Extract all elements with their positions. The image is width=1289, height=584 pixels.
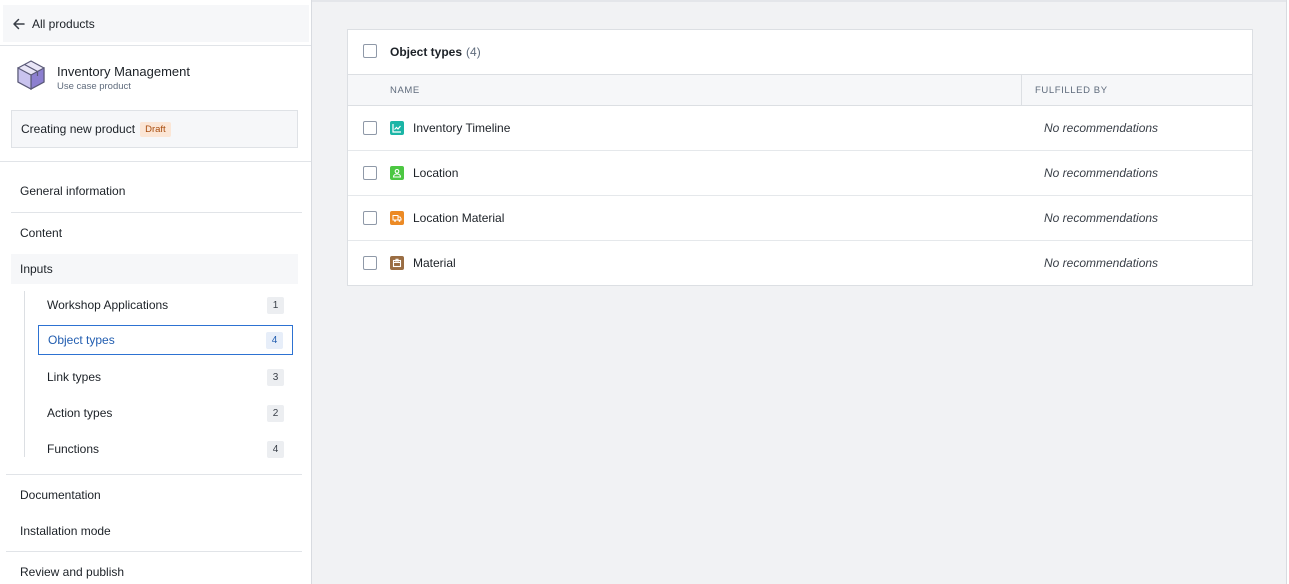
status-text: Creating new product (21, 122, 136, 136)
nav-item-label: Object types (48, 333, 115, 347)
nav-action-types[interactable]: Action types 2 (38, 398, 293, 428)
divider (6, 474, 302, 475)
draft-tag: Draft (140, 121, 171, 137)
cube-icon (17, 60, 45, 91)
table-row[interactable]: Material No recommendations (348, 241, 1252, 286)
panel-title: Object types (4) (390, 45, 481, 59)
column-name[interactable]: NAME (390, 85, 420, 96)
nav-link-types[interactable]: Link types 3 (38, 362, 293, 392)
count-badge: 3 (267, 368, 284, 386)
table-header: NAME FULFILLED BY (348, 74, 1252, 106)
nav-inputs[interactable]: Inputs (11, 254, 298, 284)
product-header: Inventory Management Use case product (15, 59, 190, 92)
object-types-panel: Object types (4) NAME FULFILLED BY Invent… (347, 29, 1253, 286)
row-name: Material (413, 256, 456, 270)
table-row[interactable]: Location Material No recommendations (348, 196, 1252, 241)
row-checkbox[interactable] (363, 121, 377, 135)
back-to-all-products[interactable]: All products (3, 5, 309, 42)
nav-documentation[interactable]: Documentation (20, 488, 101, 502)
count-badge: 2 (267, 404, 284, 422)
row-fulfilled-by: No recommendations (1044, 121, 1159, 135)
truck-icon (390, 211, 404, 225)
row-name: Location Material (413, 211, 505, 225)
nav-item-label: Functions (47, 442, 100, 456)
count-badge: 4 (267, 440, 284, 458)
row-fulfilled-by: No recommendations (1044, 256, 1159, 270)
row-fulfilled-by: No recommendations (1044, 166, 1159, 180)
panel-count: (4) (466, 45, 481, 59)
box-icon (390, 256, 404, 270)
nav-content[interactable]: Content (20, 226, 62, 240)
nav-functions[interactable]: Functions 4 (38, 434, 293, 464)
table-row[interactable]: Location No recommendations (348, 151, 1252, 196)
divider (0, 161, 311, 162)
row-checkbox[interactable] (363, 211, 377, 225)
nav-item-label: Link types (47, 370, 102, 384)
location-person-icon (390, 166, 404, 180)
nav-installation-mode[interactable]: Installation mode (20, 524, 111, 538)
product-subtitle: Use case product (57, 81, 131, 92)
row-fulfilled-by: No recommendations (1044, 211, 1159, 225)
column-fulfilled-by[interactable]: FULFILLED BY (1035, 85, 1108, 96)
nav-object-types[interactable]: Object types 4 (38, 325, 293, 355)
row-name: Inventory Timeline (413, 121, 511, 135)
row-checkbox[interactable] (363, 256, 377, 270)
select-all-checkbox[interactable] (363, 44, 377, 58)
timeline-chart-icon (390, 121, 404, 135)
column-divider[interactable] (1021, 75, 1022, 106)
count-badge: 4 (266, 331, 283, 349)
count-badge: 1 (267, 296, 284, 314)
row-name: Location (413, 166, 459, 180)
tree-guide-line (24, 291, 25, 457)
nav-general-information[interactable]: General information (20, 184, 125, 198)
nav-workshop-applications[interactable]: Workshop Applications 1 (38, 290, 293, 320)
divider (0, 45, 311, 46)
divider (11, 212, 302, 213)
nav-item-label: Workshop Applications (47, 298, 169, 312)
product-status: Creating new product Draft (11, 110, 298, 148)
row-checkbox[interactable] (363, 166, 377, 180)
arrow-left-icon (13, 18, 25, 29)
nav-inputs-label: Inputs (20, 262, 53, 276)
divider (6, 551, 302, 552)
sidebar: All products Inventory Management Use ca… (0, 0, 312, 584)
product-title: Inventory Management (57, 64, 190, 79)
nav-review-and-publish[interactable]: Review and publish (20, 565, 124, 579)
panel-header: Object types (4) (348, 30, 1252, 74)
top-border (312, 0, 1286, 2)
nav-item-label: Action types (47, 406, 113, 420)
panel-title-text: Object types (390, 45, 463, 59)
table-row[interactable]: Inventory Timeline No recommendations (348, 106, 1252, 151)
back-label: All products (32, 16, 95, 31)
